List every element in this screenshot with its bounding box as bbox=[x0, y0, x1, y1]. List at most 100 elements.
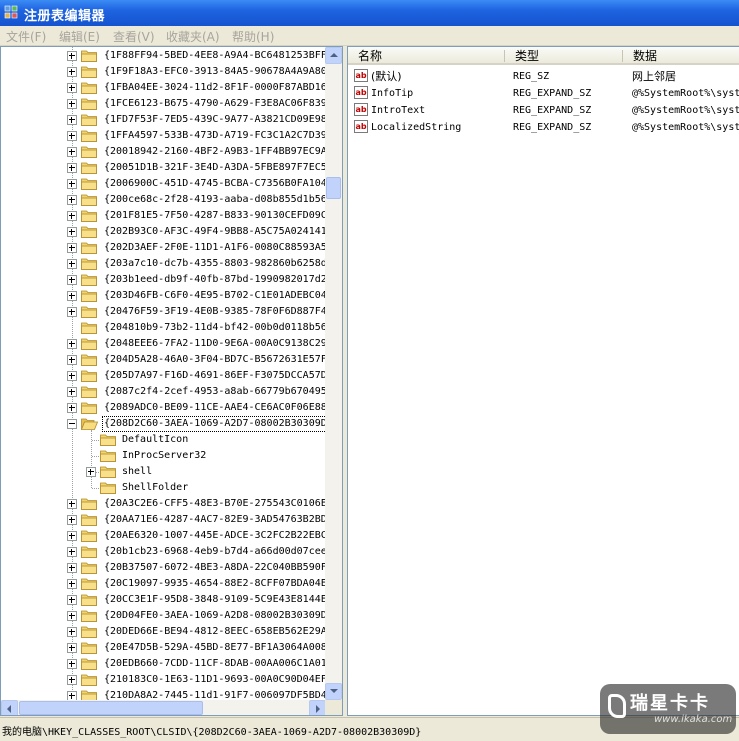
tree-item[interactable]: {204D5A28-46A0-3F04-BD7C-B5672631E57F bbox=[1, 352, 325, 368]
title-bar[interactable]: 注册表编辑器 bbox=[0, 0, 739, 26]
tree-item[interactable]: {20DED66E-BE94-4812-8EEC-658EB562E29A bbox=[1, 624, 325, 640]
expand-toggle[interactable] bbox=[67, 227, 77, 237]
menu-file[interactable]: 文件(F) bbox=[6, 28, 46, 45]
expand-toggle[interactable] bbox=[67, 275, 77, 285]
tree-item[interactable]: {20AE6320-1007-445E-ADCE-3C2FC2B22EBC bbox=[1, 528, 325, 544]
expand-toggle[interactable] bbox=[86, 467, 96, 477]
tree-item[interactable]: {20D04FE0-3AEA-1069-A2D8-08002B30309D bbox=[1, 608, 325, 624]
tree-item[interactable]: {1F88FF94-5BED-4EE8-A9A4-BC6481253BFF bbox=[1, 48, 325, 64]
tree-item-child[interactable]: ShellFolder bbox=[1, 480, 325, 496]
tree-vertical-scrollbar[interactable] bbox=[325, 47, 342, 700]
tree-item[interactable]: {20476F59-3F19-4E0B-9385-78F0F6D887F4 bbox=[1, 304, 325, 320]
tree-item[interactable]: {210DA8A2-7445-11d1-91F7-006097DF5BD4 bbox=[1, 688, 325, 700]
expand-toggle[interactable] bbox=[67, 611, 77, 621]
tree-item[interactable]: {205D7A97-F16D-4691-86EF-F3075DCCA57D bbox=[1, 368, 325, 384]
tree-item[interactable]: {1F9F18A3-EFC0-3913-84A5-90678A4A9A80 bbox=[1, 64, 325, 80]
expand-toggle[interactable] bbox=[67, 643, 77, 653]
tree-item-child[interactable]: DefaultIcon bbox=[1, 432, 325, 448]
expand-toggle[interactable] bbox=[67, 659, 77, 669]
collapse-toggle[interactable] bbox=[67, 419, 77, 429]
expand-toggle[interactable] bbox=[67, 163, 77, 173]
value-row[interactable]: ab IntroText REG_EXPAND_SZ @%SystemRoot%\sy… bbox=[348, 102, 739, 119]
value-row[interactable]: ab (默认) REG_SZ 网上邻居 bbox=[348, 68, 739, 85]
expand-toggle[interactable] bbox=[67, 355, 77, 365]
expand-toggle[interactable] bbox=[67, 83, 77, 93]
expand-toggle[interactable] bbox=[67, 515, 77, 525]
expand-toggle[interactable] bbox=[67, 627, 77, 637]
tree-item[interactable]: {20B37507-6072-4BE3-A8DA-22C040BB590F bbox=[1, 560, 325, 576]
column-header-name[interactable]: 名称 bbox=[348, 47, 505, 65]
expand-toggle[interactable] bbox=[67, 147, 77, 157]
expand-toggle[interactable] bbox=[67, 675, 77, 685]
tree-horizontal-scrollbar[interactable] bbox=[1, 700, 326, 715]
expand-toggle[interactable] bbox=[67, 563, 77, 573]
tree-item[interactable]: {20018942-2160-4BF2-A9B3-1FF4BB97EC9A bbox=[1, 144, 325, 160]
tree-item[interactable]: {20AA71E6-4287-4AC7-82E9-3AD54763B2BD bbox=[1, 512, 325, 528]
expand-toggle[interactable] bbox=[67, 51, 77, 61]
tree-item-selected[interactable]: {208D2C60-3AEA-1069-A2D7-08002B30309D} bbox=[1, 416, 325, 432]
menu-favorites[interactable]: 收藏夹(A) bbox=[166, 28, 220, 45]
expand-toggle[interactable] bbox=[67, 595, 77, 605]
tree-item[interactable]: {20CC3E1F-95D8-3848-9109-5C9E43E8144E bbox=[1, 592, 325, 608]
tree-item-child[interactable]: shell bbox=[1, 464, 325, 480]
tree-item[interactable]: {202B93C0-AF3C-49F4-9BB8-A5C75A024141 bbox=[1, 224, 325, 240]
tree-item[interactable]: {20C19097-9935-4654-88E2-8CFF07BDA04E bbox=[1, 576, 325, 592]
expand-toggle[interactable] bbox=[67, 195, 77, 205]
expand-toggle[interactable] bbox=[67, 339, 77, 349]
column-header-type[interactable]: 类型 bbox=[505, 47, 623, 65]
expand-toggle[interactable] bbox=[67, 387, 77, 397]
tree-item[interactable]: {204810b9-73b2-11d4-bf42-00b0d0118b56 bbox=[1, 320, 325, 336]
tree-item[interactable]: {201F81E5-7F50-4287-B833-90130CEFD09C bbox=[1, 208, 325, 224]
scroll-down-button[interactable] bbox=[325, 683, 342, 700]
menu-edit[interactable]: 编辑(E) bbox=[59, 28, 100, 45]
column-header-data[interactable]: 数据 bbox=[623, 47, 739, 65]
menu-view[interactable]: 查看(V) bbox=[113, 28, 155, 45]
expand-toggle[interactable] bbox=[67, 131, 77, 141]
tree-item[interactable]: {20A3C2E6-CFF5-48E3-B70E-275543C0106E bbox=[1, 496, 325, 512]
expand-toggle[interactable] bbox=[67, 371, 77, 381]
expand-toggle[interactable] bbox=[67, 211, 77, 221]
expand-toggle[interactable] bbox=[67, 67, 77, 77]
value-row[interactable]: ab InfoTip REG_EXPAND_SZ @%SystemRoot%\syst bbox=[348, 85, 739, 102]
tree-item[interactable]: {200ce68c-2f28-4193-aaba-d08b855d1b56 bbox=[1, 192, 325, 208]
tree-item[interactable]: {203a7c10-dc7b-4355-8803-982860b6258d bbox=[1, 256, 325, 272]
expand-toggle[interactable] bbox=[67, 243, 77, 253]
scroll-thumb[interactable] bbox=[326, 177, 341, 199]
expand-toggle[interactable] bbox=[67, 499, 77, 509]
values-list-pane[interactable]: 名称 类型 数据 ab (默认) REG_SZ 网上邻居 ab InfoTip REG_EX… bbox=[347, 46, 739, 716]
tree-item[interactable]: {20E47D5B-529A-45BD-8E77-BF1A3064A008 bbox=[1, 640, 325, 656]
menu-help[interactable]: 帮助(H) bbox=[232, 28, 274, 45]
registry-tree-pane[interactable]: {1F88FF94-5BED-4EE8-A9A4-BC6481253BFF {1F… bbox=[0, 46, 343, 716]
tree-item[interactable]: {203b1eed-db9f-40fb-87bd-1990982017d2 bbox=[1, 272, 325, 288]
tree-item[interactable]: {2006900C-451D-4745-BCBA-C7356B0FA104 bbox=[1, 176, 325, 192]
tree-item[interactable]: {1FCE6123-B675-4790-A629-F3E8AC06F839 bbox=[1, 96, 325, 112]
registry-tree[interactable]: {1F88FF94-5BED-4EE8-A9A4-BC6481253BFF {1F… bbox=[1, 47, 325, 700]
horizontal-scroll-thumb[interactable] bbox=[19, 701, 203, 715]
expand-toggle[interactable] bbox=[67, 531, 77, 541]
expand-toggle[interactable] bbox=[67, 291, 77, 301]
value-row[interactable]: ab LocalizedString REG_EXPAND_SZ @%SystemRo… bbox=[348, 119, 739, 136]
tree-item[interactable]: {20b1cb23-6968-4eb9-b7d4-a66d00d07cee bbox=[1, 544, 325, 560]
tree-item[interactable]: {20051D1B-321F-3E4D-A3DA-5FBE897F7EC5 bbox=[1, 160, 325, 176]
expand-toggle[interactable] bbox=[67, 179, 77, 189]
tree-item[interactable]: {20EDB660-7CDD-11CF-8DAB-00AA006C1A01 bbox=[1, 656, 325, 672]
tree-item[interactable]: {203D46FB-C6F0-4E95-B702-C1E01ADEBC04 bbox=[1, 288, 325, 304]
expand-toggle[interactable] bbox=[67, 691, 77, 700]
tree-item[interactable]: {2089ADC0-BE09-11CE-AAE4-CE6AC0F06E88 bbox=[1, 400, 325, 416]
expand-toggle[interactable] bbox=[67, 579, 77, 589]
tree-item[interactable]: {1FFA4597-533B-473D-A719-FC3C1A2C7D39 bbox=[1, 128, 325, 144]
expand-toggle[interactable] bbox=[67, 547, 77, 557]
scroll-left-button[interactable] bbox=[1, 700, 18, 715]
expand-toggle[interactable] bbox=[67, 99, 77, 109]
expand-toggle[interactable] bbox=[67, 307, 77, 317]
tree-item[interactable]: {202D3AEF-2F0E-11D1-A1F6-0080C88593A5 bbox=[1, 240, 325, 256]
tree-item-child[interactable]: InProcServer32 bbox=[1, 448, 325, 464]
tree-item[interactable]: {2048EEE6-7FA2-11D0-9E6A-00A0C9138C29 bbox=[1, 336, 325, 352]
tree-item[interactable]: {2087c2f4-2cef-4953-a8ab-66779b670495 bbox=[1, 384, 325, 400]
expand-toggle[interactable] bbox=[67, 259, 77, 269]
tree-item[interactable]: {1FD7F53F-7ED5-439C-9A77-A3821CD09E98 bbox=[1, 112, 325, 128]
scroll-up-button[interactable] bbox=[325, 47, 342, 64]
tree-item[interactable]: {210183C0-1E63-11D1-9693-00A0C90D04EF bbox=[1, 672, 325, 688]
expand-toggle[interactable] bbox=[67, 115, 77, 125]
scroll-right-button[interactable] bbox=[309, 700, 326, 715]
